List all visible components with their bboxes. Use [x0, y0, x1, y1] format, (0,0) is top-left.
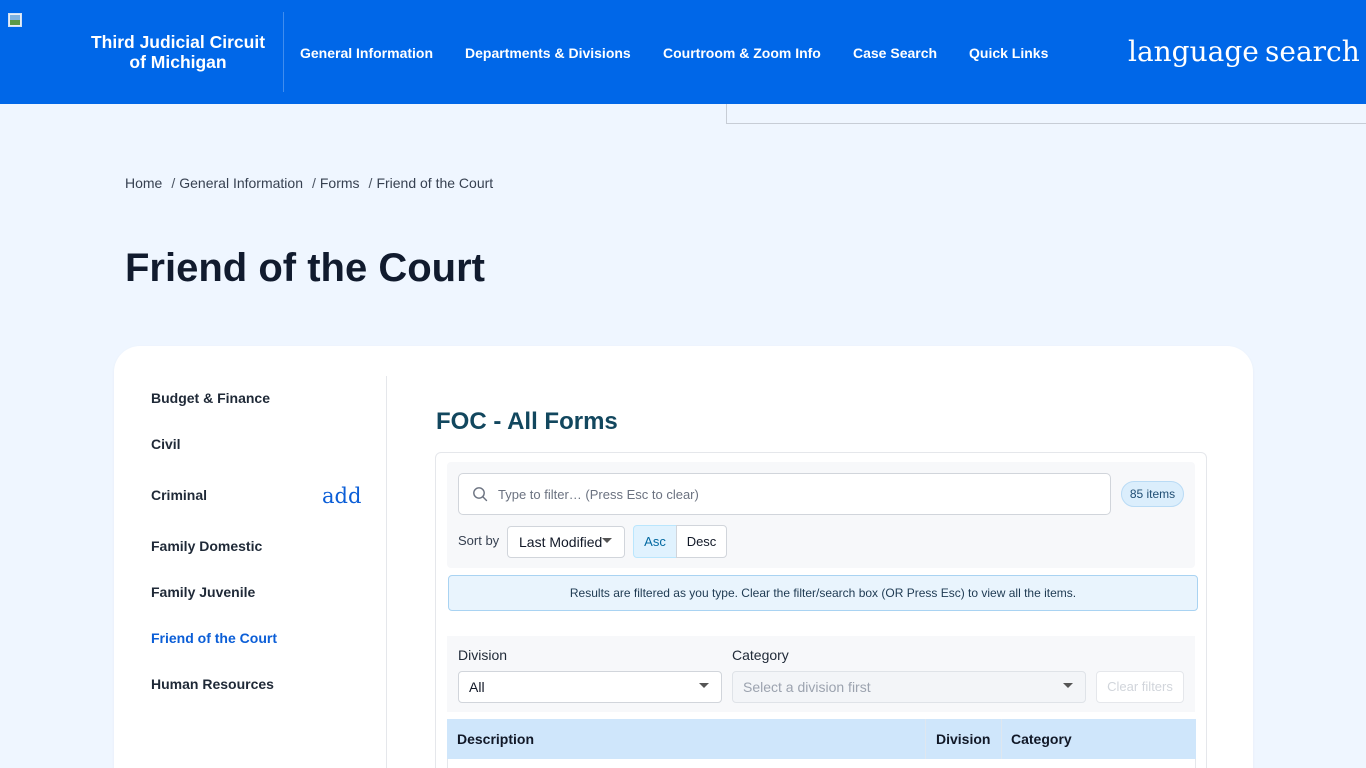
sidebar-item-human-resources[interactable]: Human Resources: [151, 676, 274, 692]
site-title-line1: Third Judicial Circuit: [90, 32, 266, 52]
breadcrumb-forms[interactable]: Forms: [320, 175, 360, 191]
sidebar-divider: [386, 376, 387, 768]
language-icon[interactable]: language: [1128, 34, 1259, 70]
items-count-badge: 85 items: [1121, 481, 1184, 507]
column-header-division[interactable]: Division: [936, 731, 990, 747]
breadcrumb-home[interactable]: Home: [125, 175, 162, 191]
sort-asc-button[interactable]: Asc: [633, 525, 677, 558]
header-divider: [283, 12, 284, 92]
division-label: Division: [458, 647, 508, 663]
sidebar-item-budget-finance[interactable]: Budget & Finance: [151, 390, 270, 406]
table-header: [447, 719, 1196, 759]
search-icon: [473, 487, 488, 502]
sort-label: Sort by: [458, 533, 500, 548]
filter-info-banner: Results are filtered as you type. Clear …: [448, 575, 1198, 611]
site-header: Third Judicial Circuit of Michigan Gener…: [0, 0, 1366, 104]
nav-general-information[interactable]: General Information: [300, 44, 433, 62]
column-header-description[interactable]: Description: [457, 731, 534, 747]
sidebar-item-family-domestic[interactable]: Family Domestic: [151, 538, 262, 554]
page-title: Friend of the Court: [125, 246, 485, 290]
search-icon[interactable]: search: [1265, 34, 1360, 70]
chevron-down-icon: [602, 538, 612, 543]
column-header-category[interactable]: Category: [1011, 731, 1072, 747]
site-logo-icon[interactable]: [8, 13, 24, 29]
header-subpanel-border: [726, 104, 1366, 124]
sidebar-item-criminal[interactable]: Criminal: [151, 487, 207, 503]
breadcrumb-separator: /: [368, 175, 373, 191]
sidebar-item-civil[interactable]: Civil: [151, 436, 181, 452]
filter-search-input[interactable]: [498, 484, 1098, 504]
sidebar-item-family-juvenile[interactable]: Family Juvenile: [151, 584, 255, 600]
sidebar-item-friend-of-the-court[interactable]: Friend of the Court: [151, 630, 277, 646]
clear-filters-button[interactable]: Clear filters: [1096, 671, 1184, 703]
breadcrumb: Home / General Information / Forms / Fri…: [125, 175, 493, 191]
site-title-line2: of Michigan: [129, 52, 227, 72]
chevron-down-icon: [699, 683, 709, 688]
add-icon[interactable]: add: [322, 483, 361, 509]
nav-case-search[interactable]: Case Search: [853, 44, 937, 62]
nav-courtroom-zoom-info[interactable]: Courtroom & Zoom Info: [663, 44, 821, 62]
nav-quick-links[interactable]: Quick Links: [969, 44, 1048, 62]
category-select[interactable]: Select a division first: [732, 671, 1086, 703]
breadcrumb-general-information[interactable]: General Information: [179, 175, 303, 191]
breadcrumb-current: Friend of the Court: [376, 175, 494, 191]
forms-section-title: FOC - All Forms: [436, 408, 618, 435]
chevron-down-icon: [1063, 683, 1073, 688]
breadcrumb-separator: /: [311, 175, 316, 191]
division-select[interactable]: All: [458, 671, 722, 703]
breadcrumb-separator: /: [171, 175, 176, 191]
nav-departments-divisions[interactable]: Departments & Divisions: [465, 44, 631, 62]
sort-select-value: Last Modified: [519, 534, 603, 550]
table-row[interactable]: [447, 759, 1196, 768]
category-label: Category: [732, 647, 789, 663]
category-select-value: Select a division first: [743, 679, 871, 695]
division-select-value: All: [469, 679, 485, 695]
site-title[interactable]: Third Judicial Circuit of Michigan: [76, 32, 280, 72]
sort-desc-button[interactable]: Desc: [676, 525, 727, 558]
